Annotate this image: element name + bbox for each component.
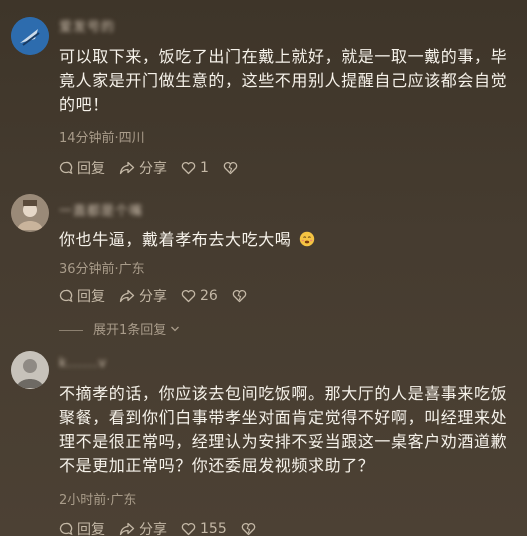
username[interactable]: 一直都是个嘴 bbox=[59, 200, 143, 219]
reply-icon bbox=[59, 289, 73, 303]
chevron-down-icon bbox=[171, 326, 180, 332]
dislike-icon bbox=[241, 522, 255, 536]
like-button[interactable]: 26 bbox=[181, 288, 218, 304]
comment-text: 不摘孝的话，你应该去包间吃饭啊。那大厅的人是喜事来吃饭聚餐，看到你们白事带孝坐对… bbox=[59, 384, 508, 475]
reply-label: 回复 bbox=[77, 161, 105, 177]
comment-text: 可以取下来，饭吃了出门在戴上就好，就是一取一戴的事，毕竟人家是开门做生意的，这些… bbox=[59, 47, 508, 114]
comment-text: 你也牛逼，戴着孝布去大吃大喝 bbox=[59, 228, 509, 252]
divider bbox=[59, 330, 83, 331]
like-icon bbox=[181, 289, 196, 303]
reply-label: 回复 bbox=[77, 522, 105, 536]
comment-actions: 回复 分享 155 bbox=[59, 519, 274, 536]
reply-icon bbox=[59, 161, 73, 175]
reply-icon bbox=[59, 522, 73, 536]
dislike-button[interactable] bbox=[232, 289, 251, 303]
share-button[interactable]: 分享 bbox=[119, 158, 167, 178]
like-icon bbox=[181, 161, 196, 175]
comment-list: 爱发号的 可以取下来，饭吃了出门在戴上就好，就是一取一戴的事，毕竟人家是开门做生… bbox=[0, 0, 527, 536]
share-label: 分享 bbox=[139, 522, 167, 536]
reply-button[interactable]: 回复 bbox=[59, 286, 105, 306]
comment-text-content: 你也牛逼，戴着孝布去大吃大喝 bbox=[59, 230, 292, 249]
comment-meta: 14分钟前·四川 bbox=[59, 131, 145, 146]
dislike-button[interactable] bbox=[241, 522, 260, 536]
dislike-icon bbox=[232, 289, 247, 303]
expand-replies-button[interactable]: 展开1条回复 bbox=[59, 319, 180, 338]
reply-button[interactable]: 回复 bbox=[59, 519, 105, 536]
dislike-icon bbox=[223, 161, 238, 175]
share-icon bbox=[119, 161, 135, 175]
emoji-icon bbox=[299, 231, 315, 247]
comment-actions: 回复 分享 26 bbox=[59, 286, 265, 306]
comment-actions: 回复 分享 1 bbox=[59, 158, 256, 178]
username[interactable]: 爱发号的 bbox=[59, 16, 115, 35]
avatar[interactable] bbox=[11, 351, 49, 389]
avatar[interactable] bbox=[11, 194, 49, 232]
share-label: 分享 bbox=[139, 289, 167, 305]
reply-label: 回复 bbox=[77, 289, 105, 305]
like-icon bbox=[181, 522, 196, 536]
like-count: 1 bbox=[200, 160, 209, 176]
dislike-button[interactable] bbox=[223, 161, 242, 175]
reply-button[interactable]: 回复 bbox=[59, 158, 105, 178]
like-count: 155 bbox=[200, 521, 227, 536]
share-button[interactable]: 分享 bbox=[119, 286, 167, 306]
share-icon bbox=[119, 289, 135, 303]
expand-replies-label: 展开1条回复 bbox=[93, 323, 167, 338]
share-label: 分享 bbox=[139, 161, 167, 177]
like-button[interactable]: 155 bbox=[181, 521, 227, 536]
avatar[interactable] bbox=[11, 17, 49, 55]
share-button[interactable]: 分享 bbox=[119, 519, 167, 536]
username[interactable]: k......v bbox=[59, 356, 107, 371]
comment-meta: 2小时前·广东 bbox=[59, 493, 137, 508]
like-count: 26 bbox=[200, 288, 218, 304]
share-icon bbox=[119, 522, 135, 536]
comment-meta: 36分钟前·广东 bbox=[59, 262, 145, 277]
like-button[interactable]: 1 bbox=[181, 160, 209, 176]
